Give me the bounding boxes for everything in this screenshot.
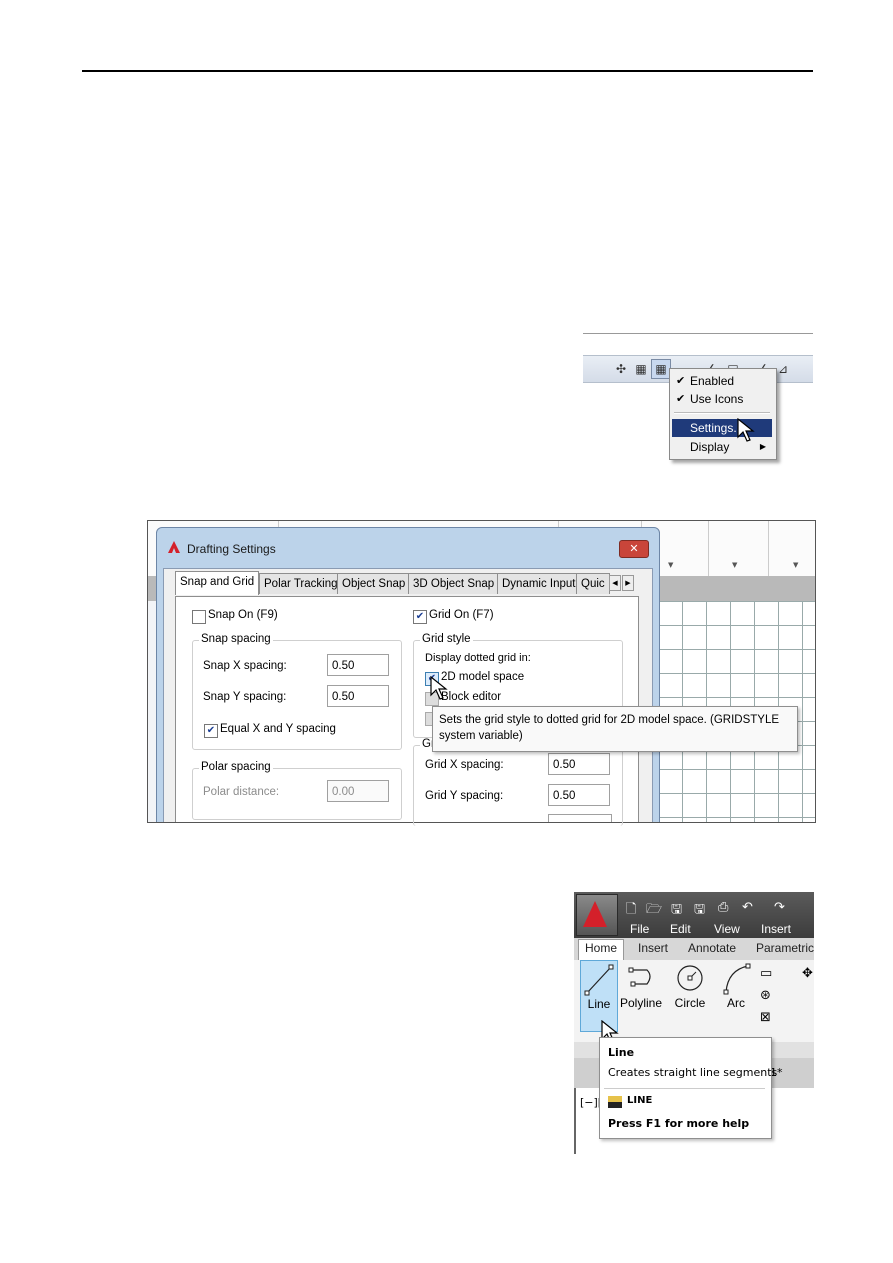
circle-icon [677, 965, 703, 991]
save-icon[interactable]: 🖫 [671, 900, 682, 922]
menu-view[interactable]: View [714, 922, 740, 936]
tab-scroll-left-icon[interactable]: ◀ [609, 575, 621, 591]
dropdown-arrow-icon: ▼ [793, 561, 799, 569]
snap-on-checkbox[interactable] [192, 610, 206, 624]
grid-on-checkbox[interactable]: ✔ [413, 610, 427, 624]
tab-annotate[interactable]: Annotate [688, 941, 736, 955]
move-icon[interactable]: ✥ [802, 966, 813, 981]
snap-on-label: Snap On (F9) [208, 609, 278, 621]
menu-item-enabled[interactable]: ✔ Enabled [672, 372, 772, 390]
grid-context-menu: ✔ Enabled ✔ Use Icons Settings... Display … [669, 368, 777, 460]
grid-x-input[interactable]: 0.50 [548, 753, 610, 775]
arc-tool-label: Arc [727, 996, 745, 1010]
grid-style-tooltip: Sets the grid style to dotted grid for 2… [432, 706, 798, 752]
mouse-cursor-icon [737, 418, 755, 442]
mouse-cursor-icon [430, 676, 448, 700]
print-icon[interactable]: ⎙ [718, 900, 728, 915]
grid-on-label: Grid On (F7) [429, 609, 494, 621]
open-folder-icon[interactable]: 🗁 [646, 900, 662, 922]
menu-item-use-icons[interactable]: ✔ Use Icons [672, 390, 772, 408]
tooltip-command: LINE [627, 1095, 653, 1106]
boundary-icon[interactable]: ⊠ [760, 1010, 771, 1025]
line-tool-label: Line [587, 997, 611, 1011]
check-icon: ✔ [676, 393, 686, 405]
snap-spacing-title: Snap spacing [199, 633, 273, 645]
polyline-icon [628, 967, 651, 987]
status-area-divider [583, 333, 813, 334]
tab-scroll-right-icon[interactable]: ▶ [622, 575, 634, 591]
model-space-label: 2D model space [441, 671, 525, 683]
dotted-grid-caption: Display dotted grid in: [425, 652, 531, 664]
redo-icon[interactable]: ↷ [774, 900, 785, 915]
menu-item-settings[interactable]: Settings... [672, 419, 772, 437]
circle-tool-label: Circle [674, 996, 706, 1010]
dropdown-arrow-icon: ▼ [732, 561, 738, 569]
ribbon-tabs: Home Insert Annotate Parametric [574, 938, 814, 961]
polar-spacing-title: Polar spacing [199, 761, 273, 773]
equal-spacing-checkbox[interactable]: ✔ [204, 724, 218, 738]
tooltip-divider [604, 1088, 765, 1089]
tab-polar-tracking[interactable]: Polar Tracking [259, 573, 343, 594]
page-header-rule [82, 70, 813, 72]
hatch-icon[interactable]: ⊛ [760, 988, 771, 1003]
tooltip-description: Creates straight line segments [608, 1066, 778, 1079]
line-icon [584, 964, 614, 996]
grid-y-label: Grid Y spacing: [425, 790, 504, 802]
title-bar: 🗋 🗁 🖫 🖫 ⎙ ↶ ↷ File Edit View Insert [574, 892, 814, 938]
tab-snap-and-grid[interactable]: Snap and Grid [175, 571, 260, 595]
save-as-icon[interactable]: 🖫 [694, 900, 705, 922]
application-menu-button[interactable] [576, 894, 618, 936]
dropdown-arrow-icon: ▼ [668, 561, 674, 569]
tooltip-title: Line [608, 1046, 635, 1059]
block-editor-label: Block editor [441, 691, 502, 703]
snap-y-label: Snap Y spacing: [203, 691, 287, 703]
menu-separator [674, 412, 770, 414]
undo-icon[interactable]: ↶ [742, 900, 753, 915]
tab-home[interactable]: Home [578, 939, 625, 960]
circle-tool-button[interactable]: Circle [668, 960, 712, 1010]
arc-icon [723, 963, 751, 995]
submenu-arrow-icon: ▶ [759, 442, 766, 451]
tooltip-help: Press F1 for more help [608, 1117, 750, 1130]
tab-quick-properties[interactable]: Quic [576, 573, 610, 594]
tab-parametric[interactable]: Parametric [756, 941, 814, 955]
polyline-tool-label: Polyline [620, 996, 663, 1010]
check-icon: ✔ [676, 375, 686, 387]
grid-y-input[interactable]: 0.50 [548, 784, 610, 806]
polar-distance-input[interactable]: 0.00 [327, 780, 389, 802]
new-file-icon[interactable]: 🗋 [626, 900, 636, 922]
menu-insert[interactable]: Insert [761, 922, 791, 936]
autocad-logo-icon [583, 901, 607, 927]
grid-style-title: Grid style [420, 633, 473, 645]
menu-edit[interactable]: Edit [670, 922, 691, 936]
tab-3d-object-snap[interactable]: 3D Object Snap [408, 573, 500, 594]
line-tooltip: Line Creates straight line segments LINE… [599, 1037, 777, 1139]
snap-y-input[interactable]: 0.50 [327, 685, 389, 707]
rectangle-icon[interactable]: ▭ [760, 966, 772, 981]
arc-tool-button[interactable]: Arc [718, 960, 754, 1010]
snap-icon[interactable]: ✣ [611, 359, 631, 379]
menu-file[interactable]: File [630, 922, 649, 936]
tab-insert[interactable]: Insert [638, 941, 668, 955]
dialog-title: Drafting Settings [187, 542, 276, 556]
snap-grid-icon[interactable]: ▦ [631, 359, 651, 379]
autocad-logo-icon [168, 541, 180, 553]
tab-strip: Snap and Grid Polar Tracking Object Snap… [167, 571, 645, 597]
tab-dynamic-input[interactable]: Dynamic Input [497, 573, 581, 594]
menu-item-display[interactable]: Display ▶ [672, 438, 772, 456]
polyline-tool-button[interactable]: Polyline [620, 960, 662, 1010]
equal-spacing-label: Equal X and Y spacing [220, 723, 336, 735]
snap-x-label: Snap X spacing: [203, 660, 287, 672]
command-line-icon [608, 1096, 622, 1108]
tab-object-snap[interactable]: Object Snap [337, 573, 411, 594]
polar-distance-label: Polar distance: [203, 786, 280, 798]
grid-display-icon[interactable]: ▦ [651, 359, 671, 379]
grid-x-label: Grid X spacing: [425, 759, 504, 771]
snap-x-input[interactable]: 0.50 [327, 654, 389, 676]
major-line-spinner[interactable] [548, 814, 612, 822]
close-button[interactable]: ✕ [619, 540, 649, 558]
